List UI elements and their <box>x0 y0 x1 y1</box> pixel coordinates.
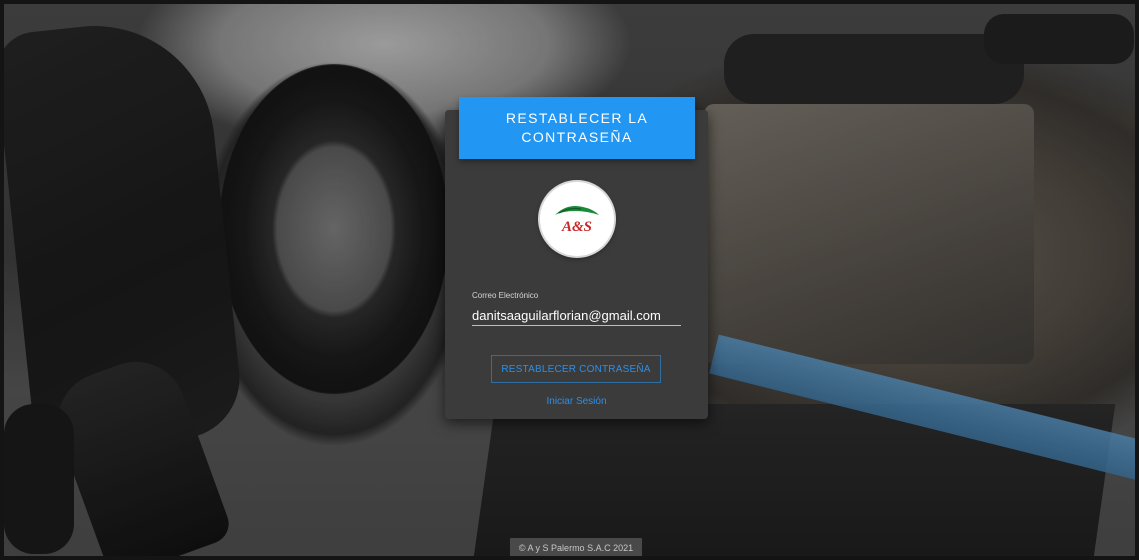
card-header: RESTABLECER LA CONTRASEÑA <box>459 97 695 159</box>
email-field-label: Correo Electrónico <box>472 291 539 300</box>
footer-copyright: © A y S Palermo S.A.C 2021 <box>510 538 642 556</box>
login-page: RESTABLECER LA CONTRASEÑA A&S Correo Ele… <box>0 0 1139 560</box>
card-title-line1: RESTABLECER LA <box>505 110 649 126</box>
card-title-line2: CONTRASEÑA <box>521 129 633 145</box>
reset-password-button[interactable]: RESTABLECER CONTRASEÑA <box>491 355 661 383</box>
car-logo-icon: A&S <box>540 182 614 256</box>
reset-password-card: RESTABLECER LA CONTRASEÑA A&S Correo Ele… <box>445 97 708 419</box>
email-field[interactable] <box>472 305 681 326</box>
logo-text: A&S <box>561 219 592 235</box>
login-link[interactable]: Iniciar Sesión <box>445 396 708 407</box>
